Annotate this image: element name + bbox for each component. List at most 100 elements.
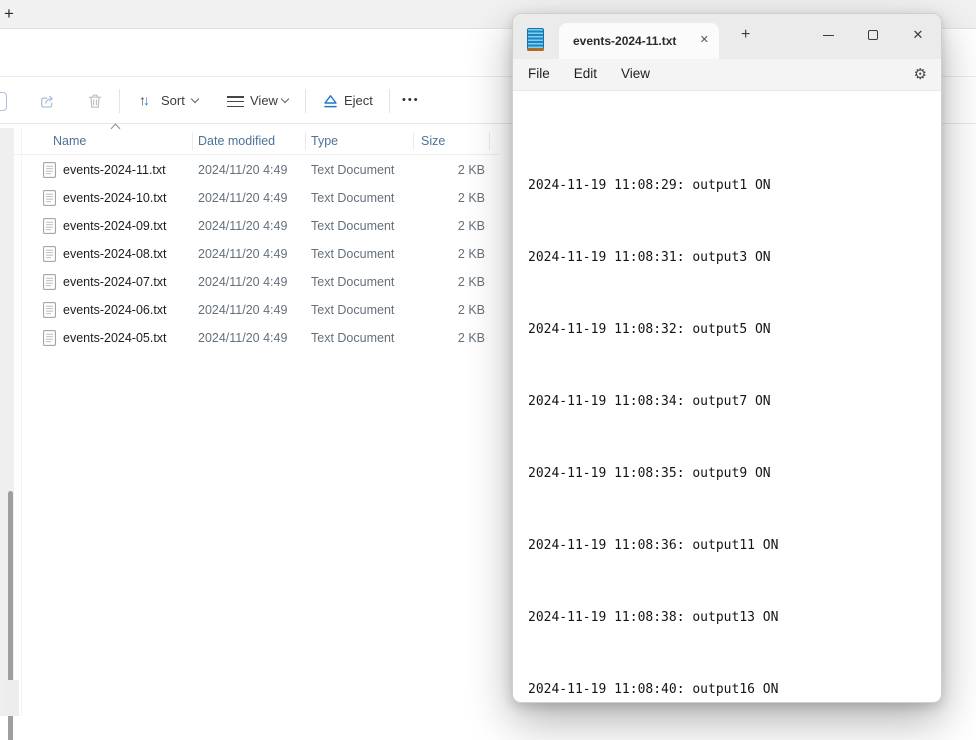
menu-item[interactable]: Edit [574,66,597,81]
tab-close-button[interactable]: ✕ [700,33,709,46]
maximize-icon [868,30,878,40]
file-name: events-2024-10.txt [63,191,167,205]
column-separator[interactable] [192,132,193,150]
chevron-down-icon [281,95,289,103]
text-document-icon [43,302,56,318]
file-type: Text Document [311,219,394,233]
file-size: 2 KB [405,331,485,345]
text-document-icon [43,274,56,290]
menu-list: File Edit View [528,66,650,81]
file-type: Text Document [311,303,394,317]
toolbar-separator [305,89,306,113]
text-document-icon [43,218,56,234]
share-icon [39,93,56,110]
view-button-label[interactable]: View [250,93,278,108]
log-line: 2024-11-19 11:08:36: output11 ON [528,537,941,555]
log-line: 2024-11-19 11:08:35: output9 ON [528,465,941,483]
settings-button[interactable]: ⚙ [914,65,927,83]
file-type: Text Document [311,163,394,177]
notepad-window: events-2024-11.txt ✕ + ✕ File Edit [512,13,942,703]
column-header-size[interactable]: Size [421,134,445,148]
toolbar-separator [119,89,120,113]
chevron-down-icon [191,95,199,103]
clipped-toolbar-icon [0,92,7,111]
tab-title: events-2024-11.txt [573,34,676,48]
file-row[interactable]: events-2024-07.txt 2024/11/20 4:49 Text … [0,268,500,296]
trash-icon [87,93,103,110]
delete-button[interactable] [87,93,103,110]
file-name: events-2024-07.txt [63,275,167,289]
file-row[interactable]: events-2024-06.txt 2024/11/20 4:49 Text … [0,296,500,324]
column-header-date[interactable]: Date modified [198,134,275,148]
screen: + pc › SDXC Card (H:) rch SD [0,0,976,740]
explorer-new-tab-button[interactable]: + [4,4,14,24]
file-row[interactable]: events-2024-09.txt 2024/11/20 4:49 Text … [0,212,500,240]
text-document-icon [43,246,56,262]
column-separator[interactable] [305,132,306,150]
menu-item[interactable]: View [621,66,650,81]
log-line: 2024-11-19 11:08:40: output16 ON [528,681,941,699]
file-list: events-2024-11.txt 2024/11/20 4:49 Text … [0,156,500,352]
file-type: Text Document [311,191,394,205]
maximize-button[interactable] [858,20,888,50]
notepad-titlebar[interactable]: events-2024-11.txt ✕ + ✕ [513,14,941,59]
menu-item[interactable]: File [528,66,550,81]
log-line: 2024-11-19 11:08:38: output13 ON [528,609,941,627]
notepad-menubar: File Edit View ⚙ [513,59,941,91]
minimize-button[interactable] [813,20,843,50]
file-date: 2024/11/20 4:49 [198,247,287,261]
text-document-icon [43,190,56,206]
sort-button[interactable]: ↑↓ [139,92,150,110]
column-header-type[interactable]: Type [311,134,338,148]
file-row[interactable]: events-2024-11.txt 2024/11/20 4:49 Text … [0,156,500,184]
file-size: 2 KB [405,275,485,289]
text-document-icon [43,330,56,346]
more-options-button[interactable]: ••• [402,94,420,106]
notepad-tab[interactable]: events-2024-11.txt ✕ [559,23,719,59]
text-document-icon [43,162,56,178]
eject-button[interactable] [322,93,339,110]
file-type: Text Document [311,247,394,261]
nav-pane-fragment [3,680,19,716]
notepad-new-tab-button[interactable]: + [741,26,750,44]
share-button[interactable] [39,93,56,110]
sort-button-label[interactable]: Sort [161,93,185,108]
eject-button-label[interactable]: Eject [344,93,373,108]
sort-arrow-down-icon: ↓ [143,92,150,108]
file-type: Text Document [311,275,394,289]
close-button[interactable]: ✕ [903,20,933,50]
file-size: 2 KB [405,163,485,177]
file-name: events-2024-06.txt [63,303,167,317]
file-date: 2024/11/20 4:49 [198,331,287,345]
file-row[interactable]: events-2024-08.txt 2024/11/20 4:49 Text … [0,240,500,268]
file-size: 2 KB [405,219,485,233]
log-line: 2024-11-19 11:08:31: output3 ON [528,249,941,267]
log-line: 2024-11-19 11:08:34: output7 ON [528,393,941,411]
column-separator[interactable] [489,132,490,150]
file-size: 2 KB [405,303,485,317]
minimize-icon [823,35,834,36]
log-line: 2024-11-19 11:08:32: output5 ON [528,321,941,339]
column-header-name[interactable]: Name [53,134,86,148]
file-date: 2024/11/20 4:49 [198,303,287,317]
file-row[interactable]: events-2024-05.txt 2024/11/20 4:49 Text … [0,324,500,352]
file-name: events-2024-11.txt [63,163,166,177]
file-date: 2024/11/20 4:49 [198,163,287,177]
file-type: Text Document [311,331,394,345]
toolbar-separator [389,89,390,113]
log-line: 2024-11-19 11:08:29: output1 ON [528,177,941,195]
notepad-text-area[interactable]: 2024-11-19 11:08:29: output1 ON 2024-11-… [513,92,941,702]
file-size: 2 KB [405,247,485,261]
list-header-row: Name Date modified Type Size [0,128,500,155]
file-name: events-2024-09.txt [63,219,167,233]
view-icon [227,96,244,110]
file-date: 2024/11/20 4:49 [198,275,287,289]
column-separator[interactable] [413,132,414,150]
sort-ascending-icon [111,124,121,134]
notepad-app-icon [527,28,544,51]
close-icon: ✕ [913,27,924,43]
file-name: events-2024-08.txt [63,247,167,261]
file-date: 2024/11/20 4:49 [198,219,287,233]
file-row[interactable]: events-2024-10.txt 2024/11/20 4:49 Text … [0,184,500,212]
file-date: 2024/11/20 4:49 [198,191,287,205]
